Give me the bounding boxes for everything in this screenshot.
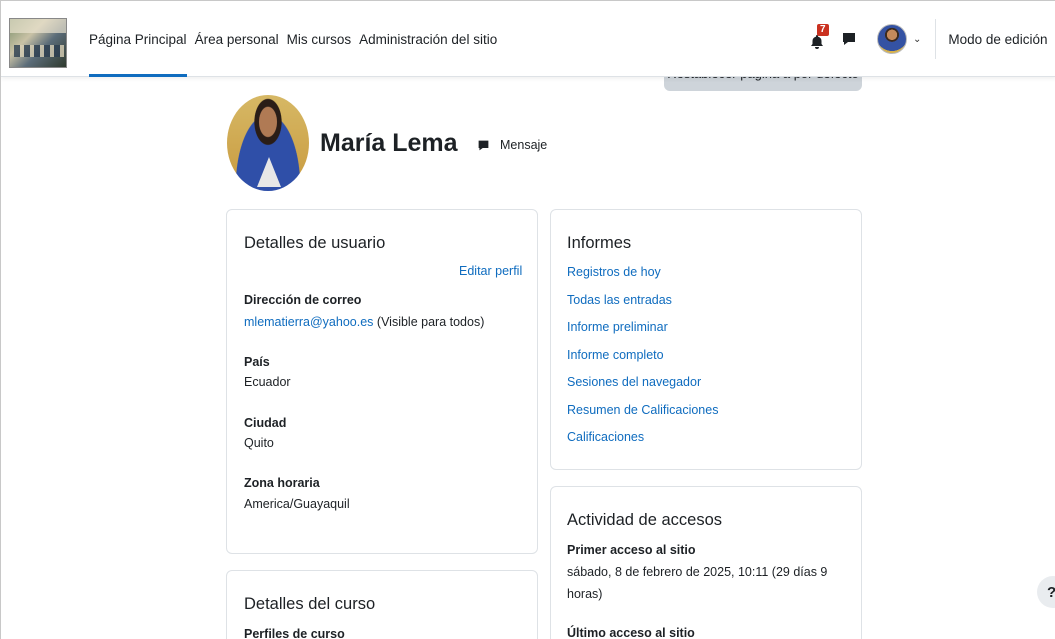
report-link-grades-overview[interactable]: Resumen de Calificaciones xyxy=(567,403,718,417)
course-details-card: Detalles del curso Perfiles de curso xyxy=(226,570,538,639)
navbar-divider xyxy=(935,19,937,59)
report-link-all-entries[interactable]: Todas las entradas xyxy=(567,293,672,307)
navbar-actions: 7 ⌄ Modo de edición xyxy=(809,1,1055,77)
city-label: Ciudad xyxy=(244,416,287,430)
nav-home[interactable]: Página Principal xyxy=(89,1,187,77)
edit-profile-link[interactable]: Editar perfil xyxy=(459,264,522,278)
report-link-browser-sessions[interactable]: Sesiones del navegador xyxy=(567,375,701,389)
report-link-outline[interactable]: Informe preliminar xyxy=(567,320,668,334)
user-menu-avatar[interactable] xyxy=(877,24,907,54)
message-label: Mensaje xyxy=(500,138,548,152)
notification-count-badge: 7 xyxy=(817,24,829,36)
email-label: Dirección de correo xyxy=(244,293,362,307)
last-access-label: Último acceso al sitio xyxy=(567,626,695,639)
top-navbar: Página Principal Área personal Mis curso… xyxy=(1,1,1055,77)
message-button[interactable]: Mensaje xyxy=(477,138,547,152)
timezone-value: America/Guayaquil xyxy=(244,497,350,511)
email-link[interactable]: mlematierra@yahoo.es xyxy=(244,315,373,329)
profile-avatar xyxy=(227,95,309,191)
city-value: Quito xyxy=(244,436,274,450)
chevron-down-icon[interactable]: ⌄ xyxy=(913,34,921,45)
access-activity-title: Actividad de accesos xyxy=(567,511,723,529)
help-button[interactable]: ? xyxy=(1037,576,1055,608)
user-details-title: Detalles de usuario xyxy=(244,234,386,252)
page-frame: Página Principal Área personal Mis curso… xyxy=(0,0,1055,639)
report-link-today-logs[interactable]: Registros de hoy xyxy=(567,265,661,279)
country-value: Ecuador xyxy=(244,375,291,389)
user-details-card: Detalles de usuario Editar perfil Direcc… xyxy=(226,209,538,554)
report-link-complete[interactable]: Informe completo xyxy=(567,348,664,362)
reports-card: Informes Registros de hoy Todas las entr… xyxy=(550,209,862,470)
nav-site-admin[interactable]: Administración del sitio xyxy=(359,1,497,77)
primary-navigation: Página Principal Área personal Mis curso… xyxy=(89,1,505,77)
course-profiles-label: Perfiles de curso xyxy=(244,627,345,639)
first-access-label: Primer acceso al sitio xyxy=(567,543,696,557)
course-details-title: Detalles del curso xyxy=(244,595,376,613)
bell-icon xyxy=(811,35,823,49)
email-visibility: (Visible para todos) xyxy=(376,315,485,329)
profile-name: María Lema xyxy=(320,129,458,157)
message-icon xyxy=(478,140,489,150)
first-access-value-line1: sábado, 8 de febrero de 2025, 10:11 (29 … xyxy=(567,565,828,579)
notifications-button[interactable]: 7 xyxy=(809,24,829,49)
nav-dashboard[interactable]: Área personal xyxy=(195,1,279,77)
site-logo[interactable] xyxy=(9,18,67,68)
edit-mode-label: Modo de edición xyxy=(948,31,1048,47)
country-label: País xyxy=(244,355,270,369)
email-row: mlematierra@yahoo.es (Visible para todos… xyxy=(244,315,484,329)
reports-title: Informes xyxy=(567,234,632,252)
nav-my-courses[interactable]: Mis cursos xyxy=(287,1,352,77)
access-activity-card: Actividad de accesos Primer acceso al si… xyxy=(550,486,862,639)
messages-icon[interactable] xyxy=(841,31,857,47)
first-access-value-line2: horas) xyxy=(567,587,603,601)
report-link-grades[interactable]: Calificaciones xyxy=(567,430,644,444)
timezone-label: Zona horaria xyxy=(244,476,320,490)
